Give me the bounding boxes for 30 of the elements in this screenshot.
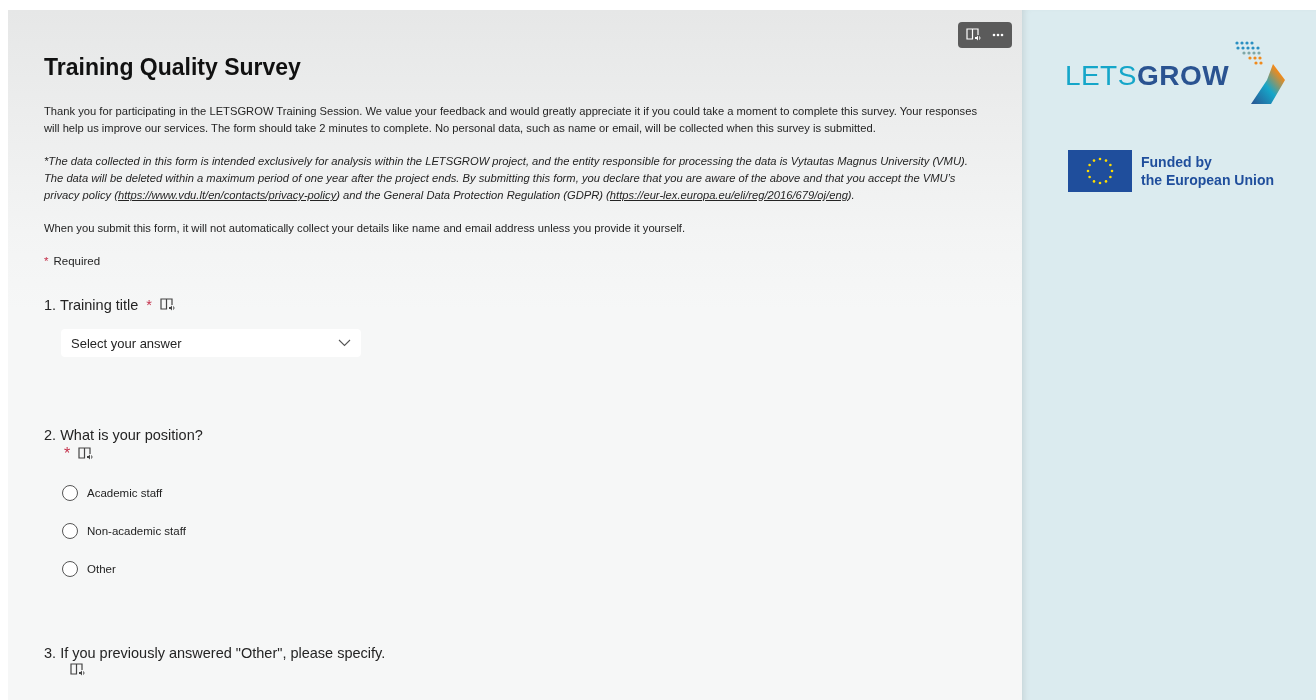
privacy-link[interactable]: https://eur-lex.europa.eu/eli/reg/2016/679/oj/eng bbox=[609, 189, 848, 201]
immersive-reader-icon[interactable] bbox=[78, 447, 95, 461]
option-label: Non-academic staff bbox=[87, 525, 186, 537]
immersive-reader-icon[interactable] bbox=[70, 663, 86, 677]
question-title: 3. If you previously answered "Other", please specify. bbox=[44, 645, 386, 661]
question-title: 1. Training title bbox=[44, 297, 139, 313]
form-title: Training Quality Survey bbox=[44, 54, 302, 81]
required-asterisk: * bbox=[146, 297, 152, 313]
answer-dropdown[interactable]: Select your answer bbox=[61, 329, 361, 357]
more-options-icon[interactable] bbox=[992, 33, 1004, 37]
required-asterisk: * bbox=[64, 445, 71, 463]
collection-note: When you submit this form, it will not automatically collect your details like name and email address unless you provide it yourself. bbox=[44, 221, 687, 236]
immersive-reader-icon[interactable] bbox=[966, 28, 982, 42]
privacy-link[interactable]: https://www.vdu.lt/en/contacts/privacy-policy bbox=[118, 189, 337, 201]
radio-button[interactable] bbox=[62, 561, 78, 577]
logo-wordmark: LETSGROW bbox=[1064, 62, 1230, 93]
funding-label: the European Union bbox=[1141, 171, 1274, 189]
option-label: Academic staff bbox=[87, 487, 163, 499]
radio-button[interactable] bbox=[62, 485, 78, 501]
intro-text: Thank you for participating in the LETSGROW Training Session. We value your feedback and would greatly appreciate it if you could take a moment to complete this survey. Your responses will help us improve our services. The form should take 2 minutes to complete. No personal data, such as name or email, will be collected when this survey is submitted. bbox=[44, 104, 978, 136]
option-label: Other bbox=[87, 563, 116, 575]
question-title: 2. What is your position? bbox=[44, 427, 203, 443]
chevron-down-icon bbox=[338, 339, 351, 347]
required-label: Required bbox=[53, 255, 101, 267]
privacy-notice: *The data collected in this form is intended exclusively for analysis within the LETSGROW project, and the entity responsible for processing the data is Vytautas Magnus University (VMU). The data will be deleted within a maximum period of one year after the project ends. By submitting this form, you declare that you are aware of the above and that you accept the VMU’s privacy policy (https://www.vdu.lt/en/contacts/privacy-policy) and the General Data Protection Regulation (GDPR) (https://eur-lex.europa.eu/eli/reg/2016/679/oj/eng). bbox=[44, 154, 969, 203]
eu-flag-icon bbox=[1068, 150, 1132, 192]
radio-button[interactable] bbox=[62, 523, 78, 539]
required-asterisk: * bbox=[44, 255, 49, 267]
immersive-reader-icon[interactable] bbox=[160, 298, 176, 312]
funding-label: Funded by bbox=[1141, 153, 1213, 171]
